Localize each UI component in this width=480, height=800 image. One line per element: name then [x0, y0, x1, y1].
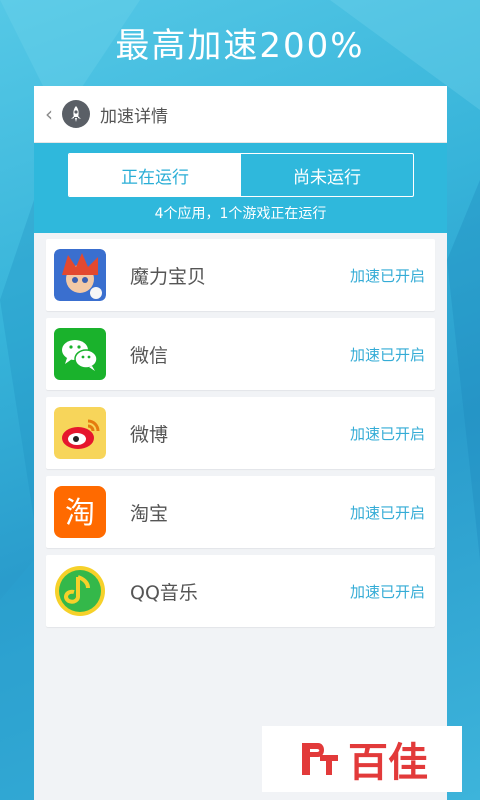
app-status: 加速已开启: [349, 503, 425, 522]
tab-running[interactable]: 正在运行: [69, 154, 241, 196]
list-item[interactable]: 微博 加速已开启: [46, 397, 435, 469]
watermark-text: 百佳: [348, 740, 428, 786]
list-item[interactable]: 淘 淘宝 加速已开启: [46, 476, 435, 548]
tab-switcher: 正在运行 尚未运行: [68, 153, 414, 197]
wechat-icon: [54, 328, 106, 380]
page-title: 加速详情: [100, 106, 168, 127]
tab-not-running[interactable]: 尚未运行: [241, 154, 413, 196]
running-summary: 4个应用，1个游戏正在运行: [154, 206, 327, 222]
chevron-left-icon[interactable]: ‹: [38, 102, 60, 126]
top-bar: ‹ 加速详情: [34, 86, 447, 143]
app-status: 加速已开启: [349, 424, 425, 443]
app-name: 微博: [130, 423, 169, 446]
app-status: 加速已开启: [349, 266, 425, 285]
app-name: 淘宝: [130, 502, 169, 525]
qq-music-icon: [55, 566, 105, 616]
mlbb-game-icon: [54, 249, 106, 301]
list-item[interactable]: 微信 加速已开启: [46, 318, 435, 390]
app-status: 加速已开启: [349, 345, 425, 364]
app-status: 加速已开启: [349, 582, 425, 601]
app-name: 魔力宝贝: [130, 265, 207, 288]
brand-watermark: 百佳: [262, 726, 462, 792]
taobao-glyph: 淘: [65, 496, 95, 531]
app-name: 微信: [130, 344, 169, 367]
acceleration-card: ‹ 加速详情 正在运行 尚未运行 4个应用，1个游戏正在运行 魔力宝贝 加速已开…: [34, 86, 447, 800]
tabs-area: 正在运行 尚未运行 4个应用，1个游戏正在运行: [34, 143, 447, 233]
app-list: 魔力宝贝 加速已开启 微信 加速已开启 微博 加速已开启 淘 淘宝 加速已开启 …: [46, 239, 435, 634]
headline: 最高加速200%: [115, 26, 365, 66]
watermark-logo: [302, 743, 338, 775]
list-item[interactable]: 魔力宝贝 加速已开启: [46, 239, 435, 311]
taobao-icon: 淘: [54, 486, 106, 538]
weibo-icon: [54, 407, 106, 459]
list-item[interactable]: QQ音乐 加速已开启: [46, 555, 435, 627]
rocket-icon: [62, 100, 90, 128]
app-name: QQ音乐: [130, 581, 198, 604]
